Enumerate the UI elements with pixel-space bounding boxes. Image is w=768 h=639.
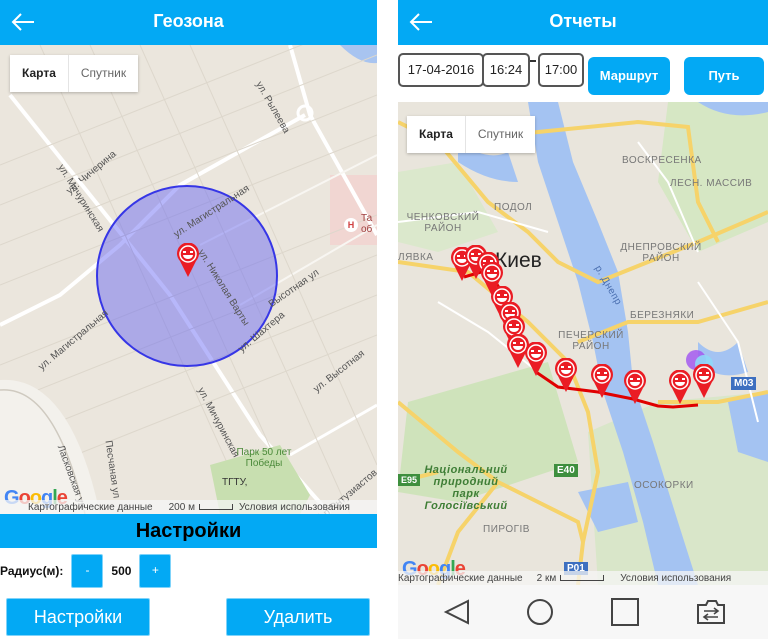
district-label: ПЕЧЕРСКИЙ РАЙОН <box>558 330 624 352</box>
map-data-link[interactable]: Картографические данные <box>28 502 153 513</box>
map-type-control: Карта Спутник <box>407 116 536 153</box>
district-label: ЧЕНКОВСКИЙ РАЙОН <box>406 212 480 234</box>
reports-screen: Отчеты 17-04-2016 16:24 17:00 Маршрут Пу… <box>398 0 768 639</box>
scale-label: 200 м <box>168 501 195 513</box>
nav-home-icon[interactable] <box>523 597 557 627</box>
road-shield: E40 <box>554 464 578 477</box>
district-label: ПОДОЛ <box>494 202 533 213</box>
smiley-pin-icon[interactable] <box>692 364 716 398</box>
district-label: БЕРЕЗНЯКИ <box>630 310 695 321</box>
district-label: ПИРОГІВ <box>483 524 530 535</box>
map-type-satellite[interactable]: Спутник <box>466 116 535 153</box>
reports-map[interactable]: ВОСКРЕСЕНКА ЛЕСН. МАССИВ ПОДОЛ ЧЕНКОВСКИ… <box>398 102 768 585</box>
nav-recents-icon[interactable] <box>608 597 642 627</box>
district-label: ДНЕПРОВСКИЙ РАЙОН <box>620 242 702 264</box>
smiley-pin-icon[interactable] <box>623 370 647 404</box>
scale-bar <box>198 504 233 510</box>
radius-label: Радиус(м): <box>0 564 64 578</box>
nav-switch-icon[interactable] <box>694 597 728 627</box>
road-shield: M03 <box>731 377 757 390</box>
app-bar: Геозона <box>0 0 377 45</box>
time-to-field[interactable]: 17:00 <box>538 53 584 87</box>
radius-control: Радиус(м): - 500 + <box>0 553 172 589</box>
time-from-field[interactable]: 16:24 <box>482 53 530 87</box>
smiley-pin-icon[interactable] <box>668 370 692 404</box>
page-title: Отчеты <box>549 11 617 31</box>
smiley-pin-icon[interactable] <box>524 342 548 376</box>
university-label: ТГТУ, <box>222 477 248 488</box>
district-label: ОСОКОРКИ <box>634 480 694 491</box>
time-range-dash <box>530 60 536 62</box>
district-label: ЛЯВКА <box>398 252 434 263</box>
geozone-map[interactable]: ул. Рылеева ул. Чичерина ул. Мичуринская… <box>0 45 377 514</box>
android-nav-bar <box>398 585 768 639</box>
road-shield: E95 <box>398 474 421 486</box>
park-label: Національний природний парк Голосіївськи… <box>424 464 508 512</box>
settings-button[interactable]: Настройки <box>6 598 150 636</box>
radius-decrease-button[interactable]: - <box>71 554 104 588</box>
terms-link[interactable]: Условия использования <box>620 573 731 584</box>
smiley-pin-icon[interactable] <box>590 364 614 398</box>
nav-back-icon[interactable] <box>440 597 474 627</box>
settings-header: Настройки <box>0 514 377 548</box>
report-filters: 17-04-2016 16:24 17:00 Маршрут Путь <box>398 50 768 100</box>
route-button[interactable]: Маршрут <box>588 57 670 95</box>
delete-button[interactable]: Удалить <box>226 598 370 636</box>
map-type-map[interactable]: Карта <box>10 55 69 92</box>
map-attribution: Картографические данные 200 м Условия ис… <box>0 500 377 514</box>
smiley-pin-icon[interactable] <box>176 243 200 277</box>
scale-bar <box>560 575 605 581</box>
app-bar: Отчеты <box>398 0 768 45</box>
map-background <box>0 45 377 514</box>
radius-increase-button[interactable]: + <box>139 554 172 588</box>
radius-value: 500 <box>111 564 132 578</box>
park-label: Парк 50 лет Победы <box>236 447 292 469</box>
path-button[interactable]: Путь <box>684 57 764 95</box>
terms-link[interactable]: Условия использования <box>239 502 350 513</box>
map-data-link[interactable]: Картографические данные <box>398 573 523 584</box>
map-attribution: Картографические данные 2 км Условия исп… <box>398 571 768 585</box>
smiley-pin-icon[interactable] <box>554 358 578 392</box>
map-type-satellite[interactable]: Спутник <box>69 55 138 92</box>
scale-label: 2 км <box>536 572 557 584</box>
map-type-map[interactable]: Карта <box>407 116 466 153</box>
district-label: ЛЕСН. МАССИВ <box>670 178 753 189</box>
page-title: Геозона <box>153 11 224 31</box>
date-field[interactable]: 17-04-2016 <box>398 53 484 87</box>
map-type-control: Карта Спутник <box>10 55 139 92</box>
district-label: ВОСКРЕСЕНКА <box>622 155 702 166</box>
hospital-label: Та об <box>361 213 373 235</box>
hospital-icon: H <box>344 218 358 232</box>
geozone-screen: Геозона ул. Рылеева ул. Чичерина ул. Мич… <box>0 0 377 639</box>
